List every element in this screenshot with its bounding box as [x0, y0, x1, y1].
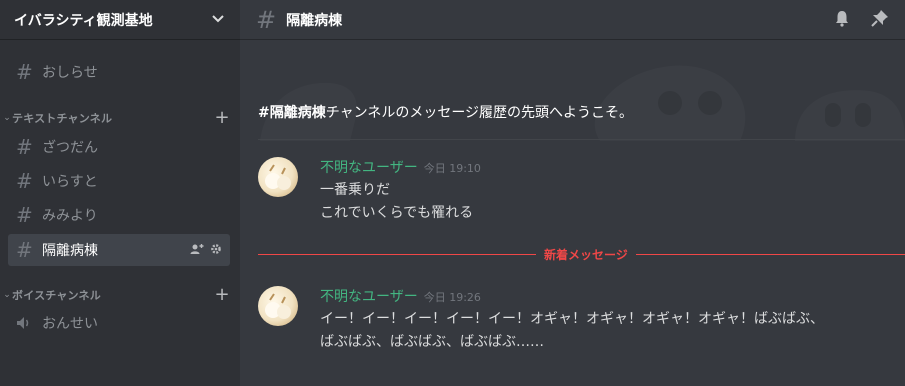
hash-icon: # [16, 135, 33, 159]
message-author[interactable]: 不明なユーザー 今日 19:10 [320, 157, 481, 177]
channel-header: # 隔離病棟 [240, 0, 905, 40]
pin-icon[interactable] [871, 9, 889, 31]
message-text: イー！イー！イー！イー！イー！オギャ！オギャ！オギャ！オギャ！ばぶばぶ、 [320, 311, 824, 327]
message-group: 不明なユーザー 今日 19:26 イー！イー！イー！イー！イー！オギャ！オギャ！オ… [258, 286, 898, 350]
channel-item-zatsudan[interactable]: # ざつだん [8, 131, 230, 163]
speaker-icon [16, 311, 42, 335]
message-text: 一番乗りだ [320, 182, 390, 198]
hash-icon: # [16, 203, 33, 227]
welcome-channel-name: #隔離病棟 [258, 105, 326, 121]
category-text-channels[interactable]: ⌄ テキストチャンネル + [2, 109, 232, 127]
chevron-down-icon: ⌄ [3, 113, 11, 123]
channel-item-mimiyori[interactable]: # みみより [8, 199, 230, 231]
category-label: ボイスチャンネル [12, 289, 101, 302]
channel-label: 隔離病棟 [42, 243, 98, 259]
avatar[interactable] [258, 286, 298, 326]
avatar[interactable] [258, 157, 298, 197]
message-text: ばぶばぶ、ばぶばぶ、ばぶばぶ…… [320, 334, 544, 350]
channel-label: いらすと [42, 174, 98, 190]
message-timestamp: 今日 19:26 [423, 291, 481, 304]
hash-icon: # [16, 169, 33, 193]
chevron-down-icon: ⌄ [3, 290, 11, 300]
channel-item-irasuto[interactable]: # いらすと [8, 165, 230, 197]
welcome-text: チャンネルのメッセージ履歴の先頭へようこそ。 [325, 105, 634, 121]
add-channel-icon[interactable]: + [212, 286, 232, 304]
category-label: テキストチャンネル [12, 112, 113, 125]
category-voice-channels[interactable]: ⌄ ボイスチャンネル + [2, 286, 232, 304]
welcome-message: #隔離病棟チャンネルのメッセージ履歴の先頭へようこそ。 [258, 102, 633, 122]
channel-label: みみより [42, 208, 98, 224]
author-name[interactable]: 不明なユーザー [320, 160, 418, 176]
gear-icon[interactable] [210, 243, 222, 258]
message-timestamp: 今日 19:10 [423, 162, 481, 175]
message-group: 不明なユーザー 今日 19:10 一番乗りだ これでいくらでも罹れる [258, 157, 898, 221]
guild-header[interactable]: イバラシティ観測基地 [0, 0, 240, 40]
channel-label: おんせい [42, 316, 98, 332]
hash-icon: # [256, 5, 277, 34]
author-name[interactable]: 不明なユーザー [320, 289, 418, 305]
channel-sidebar: イバラシティ観測基地 # おしらせ ⌄ テキストチャンネル + # ざつだん #… [0, 0, 240, 386]
channel-title: 隔離病棟 [286, 12, 343, 29]
channel-label: ざつだん [42, 140, 98, 156]
guild-name: イバラシティ観測基地 [14, 12, 153, 29]
welcome-background-art [240, 41, 905, 141]
invite-user-icon[interactable] [190, 243, 204, 258]
divider [258, 139, 905, 140]
new-messages-label: 新着メッセージ [536, 246, 636, 263]
add-channel-icon[interactable]: + [212, 109, 232, 127]
channel-item-kakuri-byoutou[interactable]: # 隔離病棟 [8, 234, 230, 266]
message-author[interactable]: 不明なユーザー 今日 19:26 [320, 286, 481, 306]
hash-icon: # [16, 238, 33, 262]
voice-channel-item-onsei[interactable]: おんせい [8, 307, 230, 339]
bell-icon[interactable] [833, 9, 851, 31]
chat-area: # 隔離病棟 #隔離病棟チャンネルのメッセージ履歴の先頭へようこそ。 不明なユー… [240, 0, 905, 386]
chevron-down-icon[interactable] [210, 12, 226, 27]
channel-label: おしらせ [42, 65, 98, 81]
message-text: これでいくらでも罹れる [320, 205, 474, 221]
channel-item-announcements[interactable]: # おしらせ [8, 56, 230, 88]
hash-icon: # [16, 60, 33, 84]
